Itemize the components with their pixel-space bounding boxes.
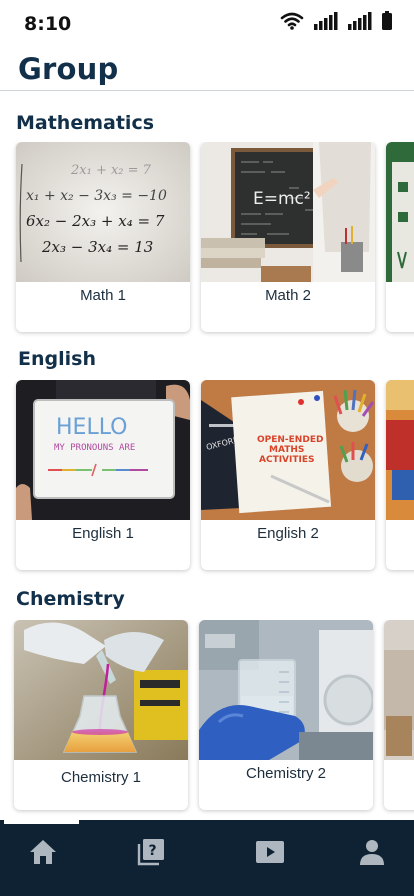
battery-icon [382, 11, 392, 30]
course-card-chemistry-1[interactable]: Chemistry 1 [14, 620, 188, 810]
english-2-cover-3: ACTIVITIES [259, 455, 315, 465]
course-row-chemistry[interactable]: Chemistry 1 Chemistry 2 [0, 620, 414, 820]
home-icon [30, 840, 56, 864]
course-row-mathematics[interactable]: 2x₁ + x₂ = 7 x₁ + x₂ − 3x₃ = −10 6x₂ − 2… [0, 142, 414, 342]
status-time: 8:10 [24, 13, 72, 35]
profile-icon [360, 840, 384, 865]
math-1-eq-2: x₁ + x₂ − 3x₃ = −10 [26, 188, 167, 204]
english-1-image: HELLO MY PRONOUNS ARE [16, 380, 190, 520]
signal-icon [314, 12, 338, 30]
section-title-mathematics: Mathematics [16, 112, 155, 134]
status-icons [280, 11, 392, 30]
math-2-formula: E=mc² [253, 189, 311, 209]
english-2-cover-1: OPEN-ENDED [257, 435, 323, 445]
course-card-math-2[interactable]: E=mc² Math 2 [201, 142, 375, 332]
course-card-label: English 2 [257, 525, 319, 542]
course-card-label: Math 2 [265, 287, 311, 304]
course-card-english-2[interactable]: OXFORD OPEN-ENDED MATHS ACTIVITIES Engli… [201, 380, 375, 570]
quiz-icon: ? [137, 839, 164, 866]
english-2-cover-2: MATHS [269, 445, 304, 455]
math-1-eq-1: 2x₁ + x₂ = 7 [70, 163, 152, 178]
chemistry-2-image [199, 620, 373, 760]
bottom-nav: ? [0, 820, 414, 896]
course-card-chemistry-2[interactable]: Chemistry 2 [199, 620, 373, 810]
course-row-english[interactable]: HELLO MY PRONOUNS ARE English 1 OXFORD O… [0, 380, 414, 580]
course-card-english-partial[interactable] [386, 380, 414, 570]
header-divider [0, 90, 414, 91]
english-3-image [386, 380, 414, 520]
english-1-line2: MY PRONOUNS ARE [54, 443, 135, 453]
svg-text:?: ? [149, 843, 157, 859]
nav-video[interactable] [250, 832, 290, 872]
course-card-label: English 1 [72, 525, 134, 542]
wifi-icon [280, 12, 304, 30]
nav-active-indicator [4, 820, 79, 824]
status-bar: 8:10 [0, 0, 414, 44]
course-card-math-partial[interactable] [386, 142, 414, 332]
section-title-chemistry: Chemistry [16, 588, 125, 610]
signal-icon-2 [348, 12, 372, 30]
video-icon [256, 841, 284, 863]
nav-home[interactable] [23, 832, 63, 872]
chemistry-3-image [384, 620, 414, 760]
course-card-label: Math 1 [80, 287, 126, 304]
english-2-image: OXFORD OPEN-ENDED MATHS ACTIVITIES [201, 380, 375, 520]
course-card-label: Chemistry 2 [245, 765, 327, 782]
course-card-english-1[interactable]: HELLO MY PRONOUNS ARE English 1 [16, 380, 190, 570]
english-1-hello: HELLO [56, 415, 128, 440]
math-1-image: 2x₁ + x₂ = 7 x₁ + x₂ − 3x₃ = −10 6x₂ − 2… [16, 142, 190, 282]
math-3-image [386, 142, 414, 282]
course-card-label: Chemistry 1 [60, 769, 142, 786]
section-title-english: English [18, 348, 96, 370]
nav-quiz[interactable]: ? [131, 832, 171, 872]
course-card-chemistry-partial[interactable] [384, 620, 414, 810]
math-2-image: E=mc² [201, 142, 375, 282]
math-1-eq-3: 6x₂ − 2x₃ + x₄ = 7 [26, 212, 165, 230]
math-1-eq-4: 2x₃ − 3x₄ = 13 [41, 238, 153, 256]
nav-profile[interactable] [352, 832, 392, 872]
page-title: Group [18, 52, 119, 86]
chemistry-1-image [14, 620, 188, 760]
course-card-math-1[interactable]: 2x₁ + x₂ = 7 x₁ + x₂ − 3x₃ = −10 6x₂ − 2… [16, 142, 190, 332]
